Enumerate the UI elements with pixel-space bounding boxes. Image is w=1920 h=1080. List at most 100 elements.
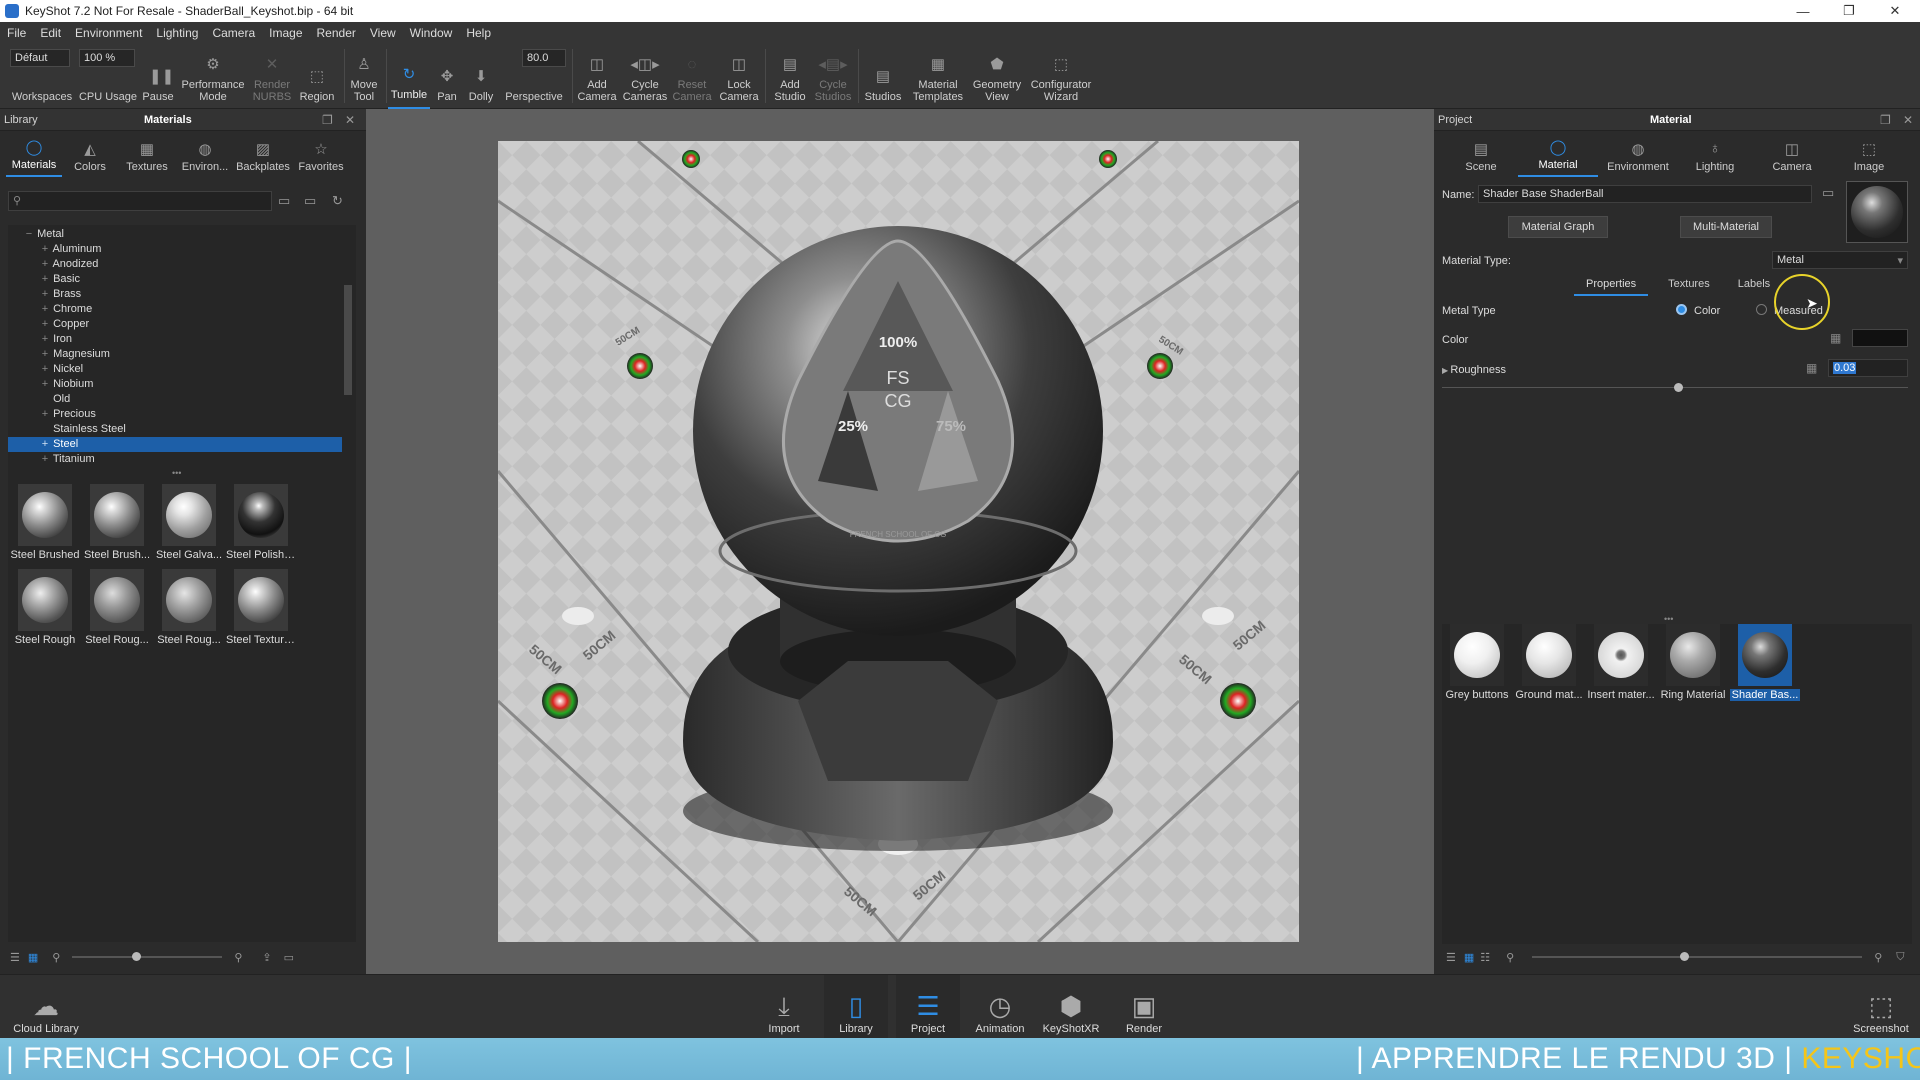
slider-handle[interactable] xyxy=(1674,383,1683,392)
import-button[interactable]: ⤓ Import xyxy=(752,975,816,1039)
tree-view-icon[interactable]: ☷ xyxy=(1480,951,1490,964)
thumbnail-size-slider[interactable] xyxy=(1532,952,1863,961)
slider-handle[interactable] xyxy=(132,952,142,961)
menu-file[interactable]: File xyxy=(0,26,33,40)
close-button[interactable]: ✕ xyxy=(1872,0,1918,22)
menu-image[interactable]: Image xyxy=(262,26,309,40)
tree-item[interactable]: + Niobium xyxy=(8,377,356,392)
tree-item[interactable]: + Titanium xyxy=(8,452,356,467)
tab-textures[interactable]: ▦ Textures xyxy=(118,133,176,177)
menu-lighting[interactable]: Lighting xyxy=(149,26,205,40)
workspaces-button[interactable]: Workspaces xyxy=(8,43,76,109)
thumb-steel-rough2[interactable]: Steel Roug... xyxy=(82,569,152,646)
tree-item[interactable]: Stainless Steel xyxy=(8,422,356,437)
menu-camera[interactable]: Camera xyxy=(205,26,262,40)
thumb-steel-textured[interactable]: Steel Textured xyxy=(226,569,296,646)
zoom-in-icon[interactable]: ⚲ xyxy=(234,951,242,964)
roughness-slider[interactable] xyxy=(1442,383,1908,392)
material-name-input[interactable]: Shader Base ShaderBall xyxy=(1478,185,1812,203)
menu-view[interactable]: View xyxy=(363,26,403,40)
menu-window[interactable]: Window xyxy=(403,26,460,40)
zoom-out-icon[interactable]: ⚲ xyxy=(1506,951,1514,964)
performance-mode-button[interactable]: ⚙ Performance Mode xyxy=(178,43,248,109)
maximize-button[interactable]: ❐ xyxy=(1826,0,1872,22)
reset-camera-button[interactable]: ◌ Reset Camera xyxy=(671,43,713,109)
library-search-input[interactable]: ⚲ xyxy=(8,191,272,211)
zoom-out-icon[interactable]: ⚲ xyxy=(52,951,60,964)
close-panel-icon[interactable]: ✕ xyxy=(345,113,355,127)
color-swatch[interactable] xyxy=(1852,329,1908,347)
tree-scrollbar[interactable] xyxy=(344,285,352,395)
tree-item[interactable]: + Aluminum xyxy=(8,242,356,257)
thumb-steel-rough3[interactable]: Steel Roug... xyxy=(154,569,224,646)
tab-colors[interactable]: ◭ Colors xyxy=(62,133,118,177)
tree-item[interactable]: Old xyxy=(8,392,356,407)
save-material-icon[interactable]: ▭ xyxy=(1822,185,1834,201)
add-camera-button[interactable]: ◫ Add Camera xyxy=(575,43,619,109)
tab-image[interactable]: ⬚ Image xyxy=(1832,133,1906,177)
folder-add-icon[interactable]: ▭ xyxy=(304,193,316,209)
tumble-button[interactable]: ↻ Tumble xyxy=(388,43,430,109)
add-studio-button[interactable]: ▤ Add Studio xyxy=(768,43,812,109)
grid-view-icon[interactable]: ▦ xyxy=(1464,951,1474,964)
cloud-library-button[interactable]: ☁ Cloud Library xyxy=(6,975,86,1039)
material-templates-button[interactable]: ▦ Material Templates xyxy=(908,43,968,109)
screenshot-button[interactable]: ⬚ Screenshot xyxy=(1846,975,1916,1039)
material-shader-base[interactable]: Shader Bas... xyxy=(1730,624,1800,701)
refresh-icon[interactable]: ↻ xyxy=(332,193,343,209)
tree-item[interactable]: + Copper xyxy=(8,317,356,332)
radio-measured[interactable] xyxy=(1756,304,1767,315)
project-button[interactable]: ☰ Project xyxy=(896,975,960,1039)
thumb-steel-polished[interactable]: Steel Polished xyxy=(226,484,296,561)
tree-item[interactable]: + Iron xyxy=(8,332,356,347)
menu-render[interactable]: Render xyxy=(310,26,363,40)
tab-environments[interactable]: ◍ Environ... xyxy=(176,133,234,177)
tree-item[interactable]: + Anodized xyxy=(8,257,356,272)
material-ring[interactable]: Ring Material xyxy=(1658,624,1728,701)
perspective-button[interactable]: Perspective xyxy=(500,43,568,109)
texture-map-icon[interactable]: ▦ xyxy=(1806,361,1817,375)
tree-item[interactable]: + Basic xyxy=(8,272,356,287)
splitter-handle[interactable]: ••• xyxy=(1664,614,1673,624)
zoom-in-icon[interactable]: ⚲ xyxy=(1874,951,1882,964)
material-type-select[interactable]: Metal ▾ xyxy=(1772,251,1908,269)
thumbnail-size-slider[interactable] xyxy=(72,952,223,961)
move-tool-button[interactable]: ♙ Move Tool xyxy=(346,43,382,109)
menu-environment[interactable]: Environment xyxy=(68,26,149,40)
slider-handle[interactable] xyxy=(1680,952,1690,961)
tree-item-selected[interactable]: + Steel xyxy=(8,437,342,452)
list-view-icon[interactable]: ☰ xyxy=(10,951,20,964)
tab-camera[interactable]: ◫ Camera xyxy=(1752,133,1832,177)
tab-material[interactable]: ◯ Material xyxy=(1518,133,1598,177)
menu-edit[interactable]: Edit xyxy=(33,26,68,40)
folder-icon[interactable]: ▭ xyxy=(278,193,290,209)
tab-backplates[interactable]: ▨ Backplates xyxy=(234,133,292,177)
roughness-label-row[interactable]: ▶ Roughness xyxy=(1442,364,1506,376)
tree-item[interactable]: + Magnesium xyxy=(8,347,356,362)
grid-view-icon[interactable]: ▦ xyxy=(28,951,38,964)
tree-item[interactable]: + Chrome xyxy=(8,302,356,317)
undock-icon[interactable]: ❐ xyxy=(1880,113,1891,127)
dolly-button[interactable]: ⬇ Dolly xyxy=(463,43,499,109)
tree-item-metal[interactable]: − Metal xyxy=(8,227,356,242)
material-grey-buttons[interactable]: Grey buttons xyxy=(1442,624,1512,701)
menu-help[interactable]: Help xyxy=(459,26,498,40)
cycle-studios-button[interactable]: ◂▤▸ Cycle Studios xyxy=(812,43,854,109)
thumb-steel-brushed[interactable]: Steel Brushed xyxy=(10,484,80,561)
texture-map-icon[interactable]: ▦ xyxy=(1830,331,1841,345)
material-preview[interactable] xyxy=(1846,181,1908,243)
material-insert[interactable]: Insert mater... xyxy=(1586,624,1656,701)
animation-button[interactable]: ◷ Animation xyxy=(968,975,1032,1039)
tab-scene[interactable]: ▤ Scene xyxy=(1444,133,1518,177)
subtab-labels[interactable]: Labels xyxy=(1730,276,1778,296)
geometry-view-button[interactable]: ⬟ Geometry View xyxy=(970,43,1024,109)
render-button[interactable]: ▣ Render xyxy=(1112,975,1176,1039)
thumb-steel-galva[interactable]: Steel Galva... xyxy=(154,484,224,561)
thumb-steel-rough[interactable]: Steel Rough xyxy=(10,569,80,646)
radio-color[interactable] xyxy=(1676,304,1687,315)
cpu-usage-button[interactable]: CPU Usage xyxy=(78,43,138,109)
multi-material-button[interactable]: Multi-Material xyxy=(1680,216,1772,238)
undock-icon[interactable]: ❐ xyxy=(322,113,333,127)
import-folder-icon[interactable]: ▭ xyxy=(284,951,294,964)
pan-button[interactable]: ✥ Pan xyxy=(432,43,462,109)
